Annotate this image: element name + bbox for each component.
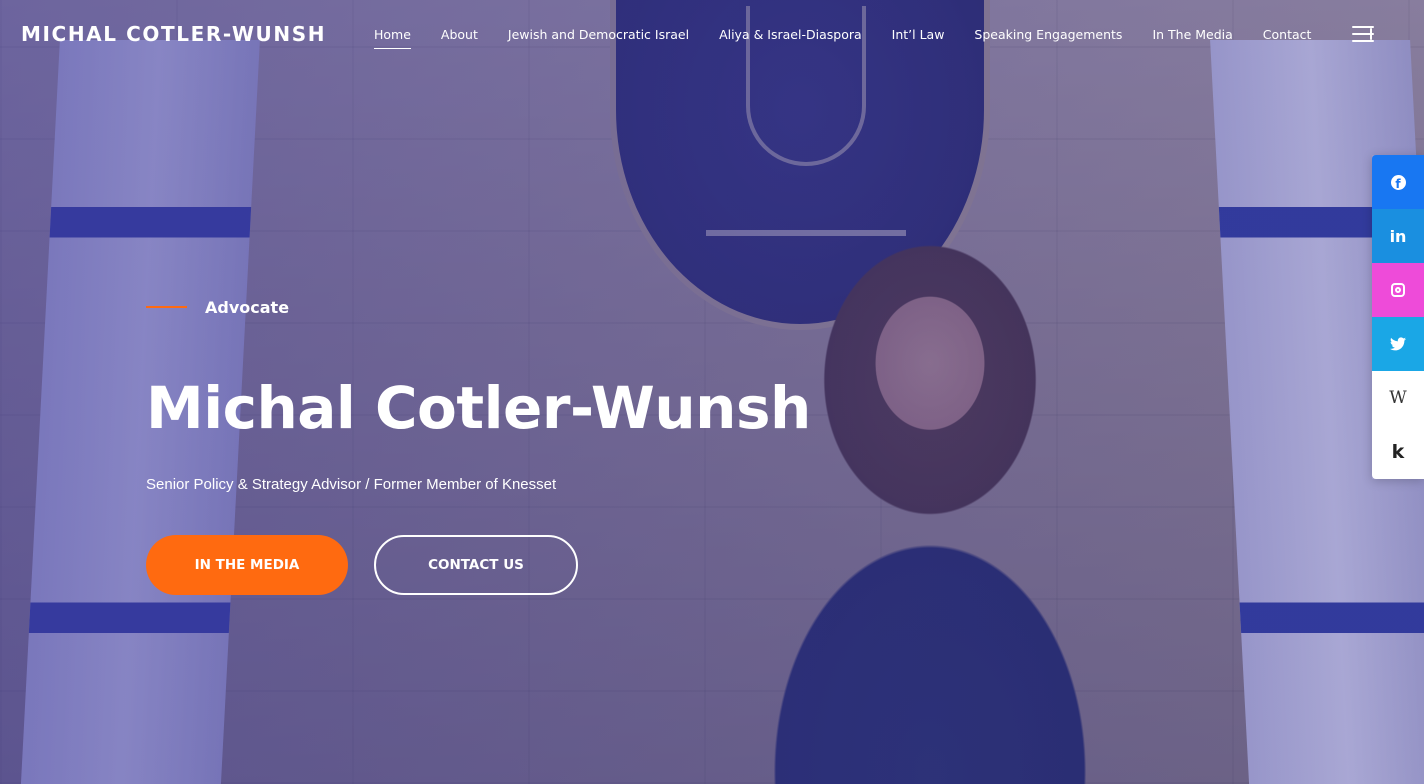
nav-item-jewish-democratic-israel[interactable]: Jewish and Democratic Israel (508, 27, 689, 49)
sidebar-menu-icon[interactable] (1352, 26, 1378, 44)
twitter-link[interactable] (1372, 317, 1424, 371)
tagline-accent-line (146, 306, 187, 308)
nav-item-about[interactable]: About (441, 27, 478, 49)
k-link[interactable]: k (1372, 425, 1424, 479)
facebook-icon: f (1390, 174, 1406, 190)
in-the-media-button[interactable]: IN THE MEDIA (146, 535, 348, 595)
hero-section: MICHAL COTLER-WUNSH Home About Jewish an… (0, 0, 1424, 784)
wikipedia-link[interactable]: W (1372, 371, 1424, 425)
main-nav: Home About Jewish and Democratic Israel … (374, 27, 1311, 49)
nav-item-speaking-engagements[interactable]: Speaking Engagements (974, 27, 1122, 49)
facebook-link[interactable]: f (1372, 155, 1424, 209)
site-header: MICHAL COTLER-WUNSH Home About Jewish an… (0, 0, 1424, 70)
nav-item-aliya-diaspora[interactable]: Aliya & Israel-Diaspora (719, 27, 862, 49)
hero-tagline: Advocate (205, 298, 290, 317)
contact-us-button[interactable]: CONTACT US (374, 535, 578, 595)
instagram-icon (1391, 283, 1405, 297)
wikipedia-icon: W (1389, 388, 1407, 408)
linkedin-icon: in (1389, 226, 1407, 246)
k-icon: k (1391, 441, 1405, 463)
twitter-icon (1390, 337, 1406, 351)
hero-subtitle: Senior Policy & Strategy Advisor / Forme… (146, 476, 557, 493)
site-logo[interactable]: MICHAL COTLER-WUNSH (21, 22, 326, 46)
nav-item-home[interactable]: Home (374, 27, 411, 49)
nav-item-intl-law[interactable]: Int’l Law (892, 27, 945, 49)
nav-item-in-the-media[interactable]: In The Media (1152, 27, 1232, 49)
nav-item-contact[interactable]: Contact (1263, 27, 1312, 49)
linkedin-link[interactable]: in (1372, 209, 1424, 263)
instagram-link[interactable] (1372, 263, 1424, 317)
hero-title: Michal Cotler-Wunsh (146, 374, 811, 442)
social-sidebar: f in W k (1372, 155, 1424, 479)
